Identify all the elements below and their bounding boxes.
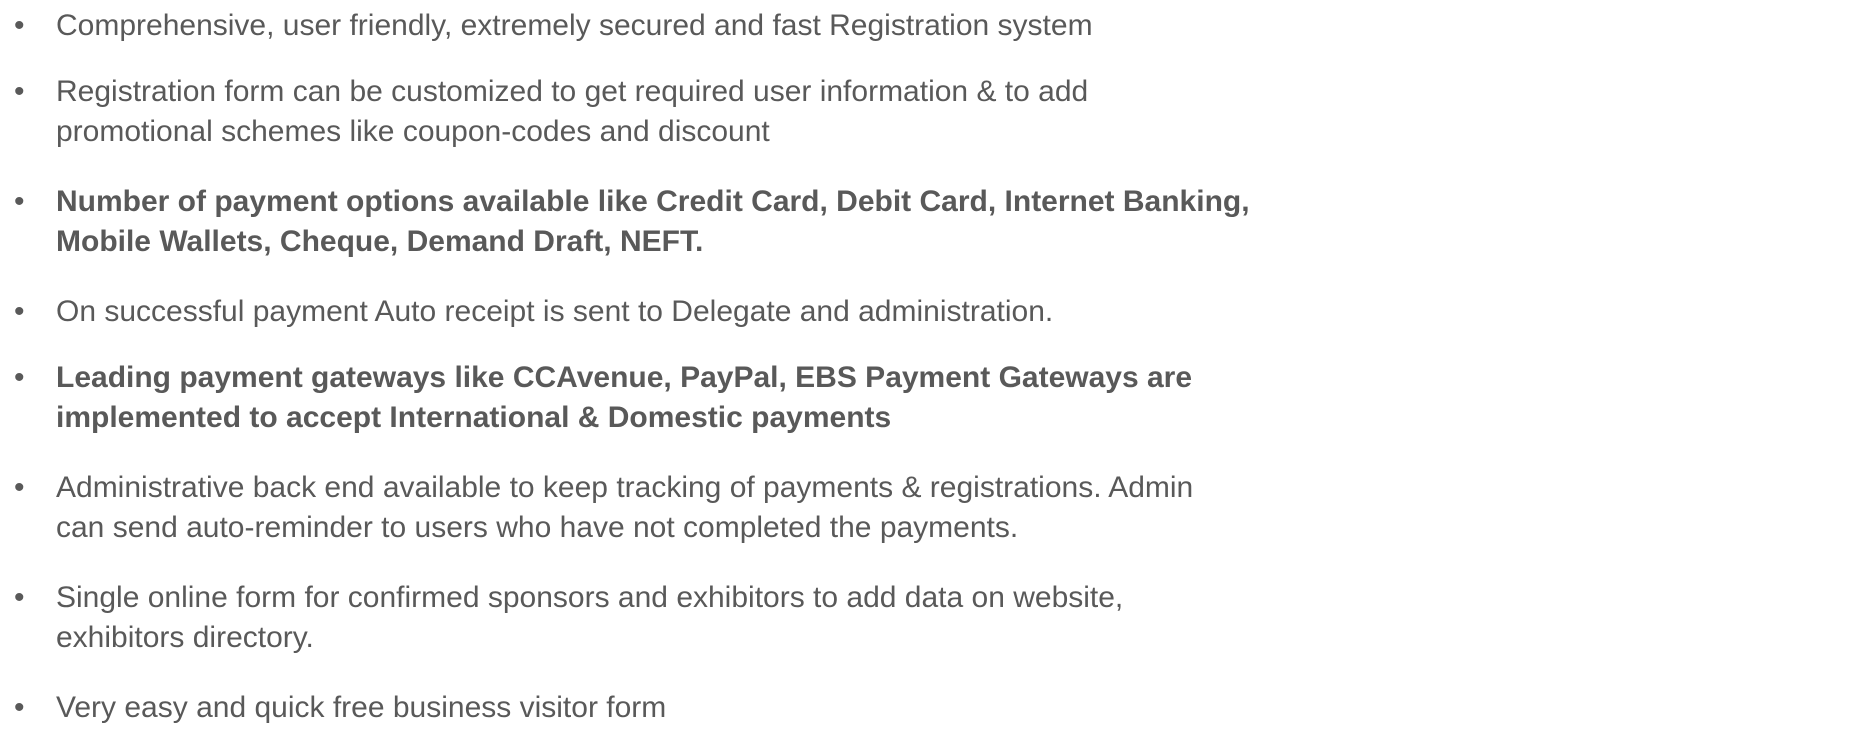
bullet-text: Single online form for confirmed sponsor… [56,576,1861,660]
bullet-text: Leading payment gateways like CCAvenue, … [56,356,1861,440]
bullet-line: Comprehensive, user friendly, extremely … [56,9,1093,42]
bullet-line: implemented to accept International & Do… [56,401,892,434]
bullet-item: • Administrative back end available to k… [0,466,1861,550]
bullet-dot-icon: • [14,471,25,504]
bullet-line: Very easy and quick free business visito… [56,691,667,724]
bullet-dot-icon: • [14,9,25,42]
bullet-item: • On successful payment Auto receipt is … [0,290,1861,334]
bullet-line: promotional schemes like coupon-codes an… [56,115,770,148]
bullet-line: Single online form for confirmed sponsor… [56,581,1124,614]
bullet-text: Number of payment options available like… [56,180,1861,264]
bullet-item: • Comprehensive, user friendly, extremel… [0,4,1861,48]
bullet-text: Registration form can be customized to g… [56,70,1861,154]
bullet-item: • Leading payment gateways like CCAvenue… [0,356,1861,440]
bullet-item: • Very easy and quick free business visi… [0,686,1861,730]
bullet-line: Leading payment gateways like CCAvenue, … [56,361,1193,394]
bullet-line: Mobile Wallets, Cheque, Demand Draft, NE… [56,225,704,258]
bullet-dot-icon: • [14,691,25,724]
bullet-text: Very easy and quick free business visito… [56,686,1861,730]
bullet-line: exhibitors directory. [56,621,314,654]
bullet-item: • Registration form can be customized to… [0,70,1861,154]
bullet-item: • Single online form for confirmed spons… [0,576,1861,660]
bullet-line: Registration form can be customized to g… [56,75,1089,108]
bullet-line: Number of payment options available like… [56,185,1250,218]
bullet-line: Administrative back end available to kee… [56,471,1194,504]
bullet-dot-icon: • [14,185,25,218]
bullet-dot-icon: • [14,295,25,328]
bullet-dot-icon: • [14,581,25,614]
bullet-text: On successful payment Auto receipt is se… [56,290,1861,334]
bullet-text: Comprehensive, user friendly, extremely … [56,4,1861,48]
bullet-text: Administrative back end available to kee… [56,466,1861,550]
bullet-dot-icon: • [14,361,25,394]
bullet-line: On successful payment Auto receipt is se… [56,295,1054,328]
bullet-item: • Number of payment options available li… [0,180,1861,264]
bullet-line: can send auto-reminder to users who have… [56,511,1019,544]
bullet-dot-icon: • [14,75,25,108]
